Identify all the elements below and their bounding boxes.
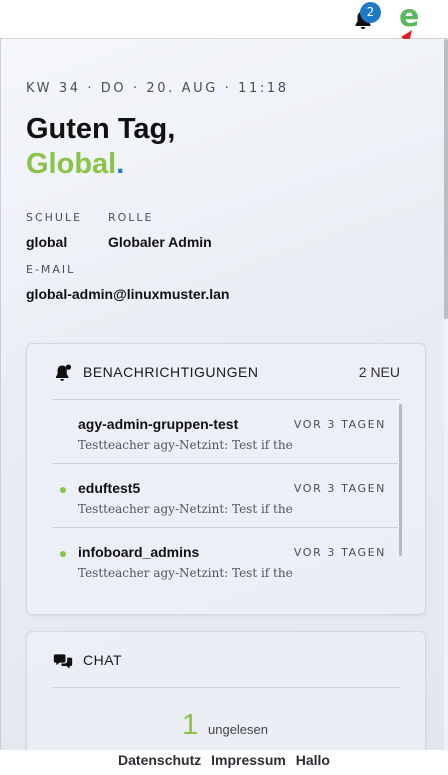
email-value: global-admin@linuxmuster.lan	[26, 286, 230, 302]
notifications-card-header: BENACHRICHTIGUNGEN 2 NEU	[27, 344, 425, 400]
notification-item[interactable]: eduftest5 VOR 3 TAGEN Testteacher agy-Ne…	[52, 464, 398, 528]
notification-subject: agy-admin-gruppen-test	[78, 416, 239, 432]
chat-card-header: CHAT	[27, 632, 425, 688]
notification-time: VOR 3 TAGEN	[293, 546, 386, 559]
page-scrollbar[interactable]	[444, 39, 448, 750]
greeting-text: Guten Tag,	[26, 113, 176, 145]
user-name: Global	[26, 148, 117, 180]
notification-item[interactable]: infoboard_admins VOR 3 TAGEN Testteacher…	[52, 528, 398, 586]
notification-subject: eduftest5	[78, 480, 141, 496]
notifications-list[interactable]: agy-admin-gruppen-test VOR 3 TAGEN Testt…	[52, 400, 398, 586]
notifications-title: BENACHRICHTIGUNGEN	[83, 364, 259, 380]
current-datetime: KW 34 · DO · 20. AUG · 11:18	[26, 81, 289, 96]
notification-count-badge[interactable]: 2	[360, 2, 381, 23]
user-name-punctuation: .	[116, 148, 125, 180]
unread-dot-icon	[60, 487, 66, 493]
bell-alert-icon	[53, 363, 73, 383]
unread-dot-icon	[60, 551, 66, 557]
notifications-scrollbar[interactable]	[399, 404, 402, 556]
notification-time: VOR 3 TAGEN	[293, 418, 386, 431]
notification-preview: Testteacher agy-Netzint: Test if the mes…	[78, 566, 296, 580]
notification-item[interactable]: agy-admin-gruppen-test VOR 3 TAGEN Testt…	[52, 400, 398, 464]
role-value: Globaler Admin	[108, 234, 212, 250]
chat-unread-label: ungelesen	[208, 722, 268, 737]
notification-preview: Testteacher agy-Netzint: Test if the mes…	[78, 438, 296, 452]
footer-link-hallo[interactable]: Hallo	[296, 752, 330, 768]
role-label: ROLLE	[108, 211, 154, 224]
notification-time: VOR 3 TAGEN	[293, 482, 386, 495]
page-scrollbar-thumb[interactable]	[444, 39, 448, 319]
school-label: SCHULE	[26, 211, 83, 224]
chat-title: CHAT	[83, 652, 123, 668]
notifications-new-count: 2 NEU	[358, 364, 400, 380]
school-value: global	[26, 234, 68, 250]
notification-subject: infoboard_admins	[78, 544, 200, 560]
footer: Datenschutz Impressum Hallo	[0, 750, 448, 775]
dashboard-main: KW 34 · DO · 20. AUG · 11:18 Guten Tag, …	[0, 39, 448, 750]
footer-link-datenschutz[interactable]: Datenschutz	[118, 752, 201, 768]
footer-link-impressum[interactable]: Impressum	[211, 752, 286, 768]
email-label: E-MAIL	[26, 263, 76, 276]
chat-unread-count: 1	[182, 709, 199, 741]
chat-bubbles-icon	[53, 651, 73, 671]
chat-card: CHAT 1 ungelesen	[26, 631, 426, 750]
notification-preview: Testteacher agy-Netzint: Test if the mes…	[78, 502, 296, 516]
divider	[52, 687, 400, 688]
top-bar: 2 e	[0, 0, 448, 85]
notifications-card: BENACHRICHTIGUNGEN 2 NEU agy-admin-grupp…	[26, 343, 426, 615]
user-name-heading: Global.	[26, 148, 124, 181]
